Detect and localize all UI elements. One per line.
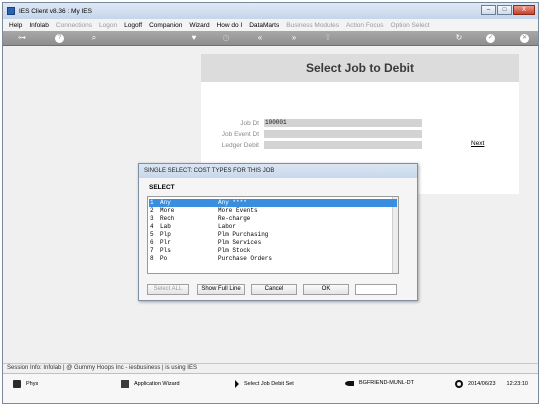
list-item[interactable]: 2 More More Events [149, 207, 397, 215]
status-wizard-label: Application Wizard [134, 381, 180, 387]
menu-how-do-i[interactable]: How do I [217, 22, 243, 29]
menu-option-select[interactable]: Option Select [391, 22, 430, 29]
status-phys-label: Phys [26, 381, 39, 387]
job-event-label: Job Event Dt [221, 131, 259, 138]
row-description: Labor [218, 223, 237, 230]
phys-icon [13, 380, 21, 388]
ok-icon[interactable]: ✓ [486, 34, 495, 43]
list-item[interactable]: 3 Rech Re-charge [149, 215, 397, 223]
title-bar: IES Client v8.36 : My IES – □ X [3, 3, 538, 19]
status-phys[interactable]: Phys [13, 380, 38, 388]
help-icon[interactable]: ? [55, 34, 64, 43]
row-code: Po [160, 255, 168, 262]
list-item[interactable]: 4 Lab Labor [149, 223, 397, 231]
list-item[interactable]: 6 Plr Plm Services [149, 239, 397, 247]
main-content: Select Job to Debit Job Dt 100001 Job Ev… [3, 47, 538, 363]
menu-business-modules[interactable]: Business Modules [286, 22, 339, 29]
status-date: 2014/06/23 [468, 381, 496, 387]
status-wizard[interactable]: Application Wizard [121, 380, 180, 388]
status-step[interactable]: Select Job Debit Set [235, 380, 294, 388]
ledger-debit-field[interactable] [264, 141, 422, 149]
application-window: IES Client v8.36 : My IES – □ X Help Inf… [2, 2, 539, 404]
refresh-icon[interactable]: ↻ [452, 33, 466, 43]
status-user[interactable]: BGFRIEND-MUNL-DT [345, 380, 414, 386]
cancel-button[interactable]: Cancel [251, 284, 297, 295]
row-description: Plm Stock [218, 247, 251, 254]
menu-action-focus[interactable]: Action Focus [346, 22, 384, 29]
menu-infolab[interactable]: Infolab [29, 22, 49, 29]
row-code: Pls [160, 247, 171, 254]
menu-wizard[interactable]: Wizard [189, 22, 209, 29]
row-description: Plm Services [218, 239, 262, 246]
row-description: Re-charge [218, 215, 251, 222]
status-step-label: Select Job Debit Set [244, 381, 294, 387]
window-title: IES Client v8.36 : My IES [19, 7, 92, 15]
row-code: Plp [160, 231, 171, 238]
row-code: Rech [160, 215, 175, 222]
dialog-title: SINGLE SELECT: COST TYPES FOR THIS JOB [139, 164, 417, 178]
show-full-line-button[interactable]: Show Full Line [197, 284, 245, 295]
forward-icon[interactable]: » [287, 33, 301, 43]
ok-button[interactable]: OK [303, 284, 349, 295]
select-all-button[interactable]: Select ALL [147, 284, 189, 295]
list-item[interactable]: 5 Plp Plm Purchasing [149, 231, 397, 239]
maximize-button[interactable]: □ [497, 5, 512, 15]
back-icon[interactable]: « [253, 33, 267, 43]
status-bar: Phys Application Wizard Select Job Debit… [3, 373, 538, 403]
app-icon [7, 7, 15, 15]
row-code: Plr [160, 239, 171, 246]
page-title: Select Job to Debit [305, 61, 415, 75]
menu-bar: Help Infolab Connections Logon Logoff Co… [3, 19, 538, 31]
search-icon[interactable]: ⌕ [87, 33, 101, 43]
toolbar: ⊶ ? ⌕ ♥ ◷ « » ⇧ ↻ ✓ ✕ [3, 31, 538, 46]
close-window-button[interactable]: X [513, 5, 535, 15]
row-description: Plm Purchasing [218, 231, 269, 238]
list-item[interactable]: 1 Any Any **** [149, 199, 397, 207]
menu-datamarts[interactable]: DataMarts [249, 22, 279, 29]
list-item[interactable]: 7 Pls Plm Stock [149, 247, 397, 255]
list-item[interactable]: 8 Po Purchase Orders [149, 255, 397, 263]
status-user-label: BGFRIEND-MUNL-DT [359, 380, 414, 386]
dialog-buttons: Select ALL Show Full Line Cancel OK [145, 284, 411, 296]
select-cost-type-dialog: SINGLE SELECT: COST TYPES FOR THIS JOB S… [138, 163, 418, 301]
row-description: More Events [218, 207, 258, 214]
row-code: Any [160, 199, 171, 206]
menu-connections[interactable]: Connections [56, 22, 92, 29]
ledger-debit-label: Ledger Debit [221, 142, 259, 149]
menu-logon[interactable]: Logon [99, 22, 117, 29]
cost-type-list[interactable]: 1 Any Any **** 2 More More Events 3 Rech Re-char… [147, 196, 399, 274]
job-field[interactable]: 100001 [264, 119, 422, 127]
row-description: Purchase Orders [218, 255, 273, 262]
key-status-icon [345, 380, 354, 386]
close-icon[interactable]: ✕ [520, 34, 529, 43]
status-datetime: 2014/06/23 12:23:10 [455, 380, 528, 388]
clock-icon [455, 380, 463, 388]
window-controls: – □ X [481, 5, 535, 15]
menu-logoff[interactable]: Logoff [124, 22, 142, 29]
menu-help[interactable]: Help [9, 22, 22, 29]
job-label: Job Dt [240, 120, 259, 127]
row-code: More [160, 207, 175, 214]
heart-icon[interactable]: ♥ [187, 33, 201, 43]
wizard-icon [121, 380, 129, 388]
job-event-field[interactable] [264, 130, 422, 138]
blank-input-box[interactable] [355, 284, 397, 295]
dialog-header: SELECT [149, 184, 175, 191]
history-icon[interactable]: ◷ [219, 33, 233, 43]
cursor-icon [235, 380, 239, 388]
session-info: Session Info: Infolab | @ Gummy Hoops In… [3, 363, 538, 373]
row-code: Lab [160, 223, 171, 230]
minimize-button[interactable]: – [481, 5, 496, 15]
menu-companion[interactable]: Companion [149, 22, 182, 29]
row-description: Any **** [218, 199, 247, 206]
status-time: 12:23:10 [506, 381, 528, 387]
panel-header: Select Job to Debit [201, 54, 519, 82]
next-link[interactable]: Next [471, 140, 484, 147]
upload-icon[interactable]: ⇧ [321, 33, 335, 43]
key-icon[interactable]: ⊶ [13, 33, 31, 43]
